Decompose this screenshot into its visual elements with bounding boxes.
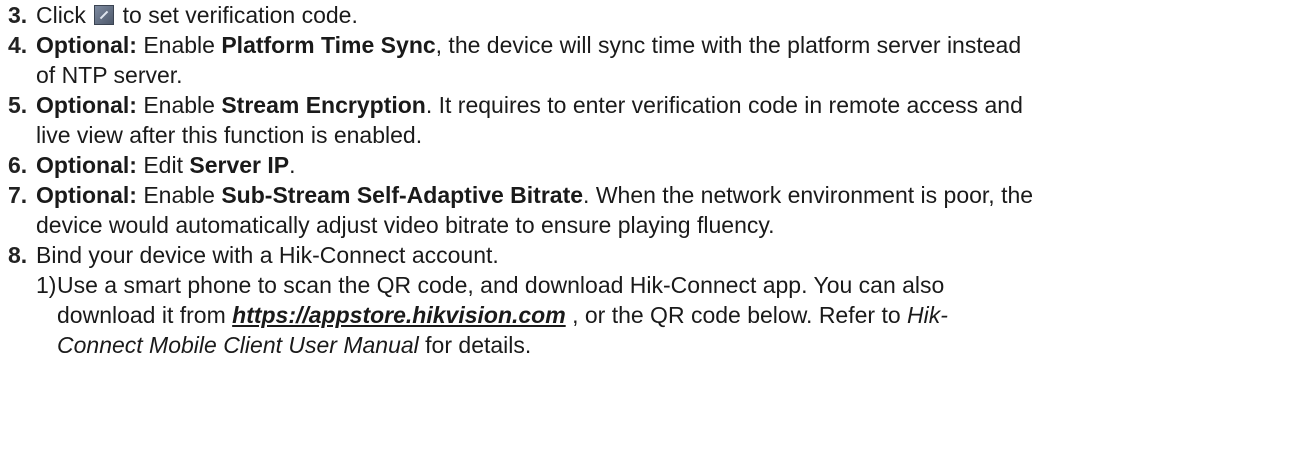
text-line: live view after this function is enabled…: [36, 120, 1276, 150]
substep-item: 1) Use a smart phone to scan the QR code,…: [0, 270, 1257, 360]
step-item: 5. Optional: Enable Stream Encryption. It…: [0, 90, 1276, 150]
edit-icon[interactable]: [94, 5, 115, 25]
step-number: 5.: [8, 92, 28, 118]
text-line: Click to set verification code.: [36, 0, 1276, 30]
step-item: 8. Bind your device with a Hik-Connect ac…: [0, 240, 1276, 270]
bold-term: Optional:: [36, 92, 137, 118]
text-run: Edit: [136, 152, 190, 178]
text-run: live view after this function is enabled…: [36, 122, 423, 148]
bold-term: Sub-Stream Self-Adaptive Bitrate: [221, 182, 584, 208]
step-item: 3. Click to set verification code.: [0, 0, 1276, 30]
step-number: 8.: [8, 242, 28, 268]
text-run: of NTP server.: [36, 62, 183, 88]
text-line: Optional: Edit Server IP.: [36, 150, 1276, 180]
text-run: download it from: [57, 302, 233, 328]
text-run: Enable: [136, 32, 222, 58]
text-run: Enable: [136, 92, 222, 118]
appstore-link[interactable]: https://appstore.hikvision.com: [232, 302, 566, 328]
text-line: device would automatically adjust video …: [36, 210, 1276, 240]
step-item: 7. Optional: Enable Sub-Stream Self-Adapt…: [0, 180, 1276, 240]
text-line: Optional: Enable Sub-Stream Self-Adaptiv…: [36, 180, 1276, 210]
text-line: of NTP server.: [36, 60, 1276, 90]
bold-term: Platform Time Sync: [221, 32, 436, 58]
text-line: Bind your device with a Hik-Connect acco…: [36, 240, 1276, 270]
bold-term: Server IP: [189, 152, 290, 178]
bold-term: Stream Encryption: [221, 92, 426, 118]
text-run: , or the QR code below. Refer to: [565, 302, 908, 328]
text-run: for details.: [418, 332, 532, 358]
text-run: .: [289, 152, 296, 178]
text-run: . It requires to enter verification code…: [425, 92, 1023, 118]
text-run: . When the network environment is poor, …: [583, 182, 1034, 208]
step-item: 6. Optional: Edit Server IP.: [0, 150, 1276, 180]
step-number: 3.: [8, 2, 28, 28]
step-number: 4.: [8, 32, 28, 58]
bold-term: Optional:: [36, 32, 137, 58]
text-line: Optional: Enable Platform Time Sync, the…: [36, 30, 1276, 60]
manual-title: Hik-: [907, 302, 948, 328]
text-line: Optional: Enable Stream Encryption. It r…: [36, 90, 1276, 120]
bold-term: Optional:: [36, 182, 137, 208]
text-run: Use a smart phone to scan the QR code, a…: [57, 272, 945, 298]
step-number: 6.: [8, 152, 28, 178]
text-line: Use a smart phone to scan the QR code, a…: [57, 270, 1257, 300]
text-run: , the device will sync time with the pla…: [435, 32, 1022, 58]
text-run: Bind your device with a Hik-Connect acco…: [36, 242, 499, 268]
manual-page: 3. Click to set verification code. 4. Optio…: [0, 0, 1294, 465]
text-run: device would automatically adjust video …: [36, 212, 775, 238]
text-line: Connect Mobile Client User Manual for de…: [57, 330, 1257, 360]
bold-term: Optional:: [36, 152, 137, 178]
text-run: to set verification code.: [116, 2, 358, 28]
text-run: Click: [36, 2, 93, 28]
step-number: 1): [36, 272, 57, 298]
text-run: Enable: [136, 182, 222, 208]
step-number: 7.: [8, 182, 28, 208]
manual-title: Connect Mobile Client User Manual: [57, 332, 419, 358]
text-line: download it from https://appstore.hikvis…: [57, 300, 1257, 330]
step-item: 4. Optional: Enable Platform Time Sync, t…: [0, 30, 1276, 90]
